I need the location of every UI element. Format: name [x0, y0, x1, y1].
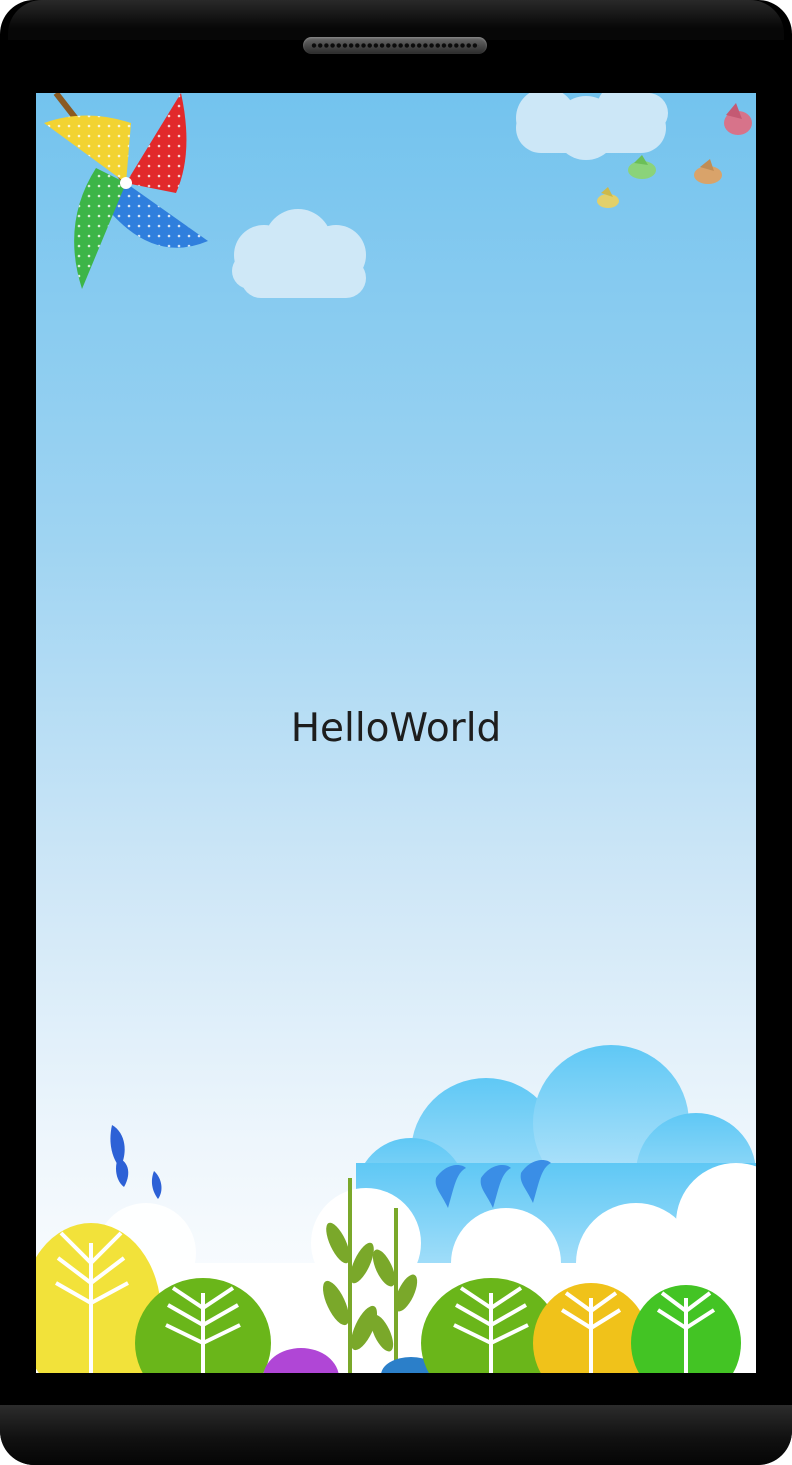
- cloud-icon: [232, 209, 366, 298]
- phone-frame: HelloWorld: [0, 0, 792, 1465]
- hello-world-text: HelloWorld: [290, 706, 502, 751]
- bird-icon: [724, 103, 752, 135]
- cloud-icon: [516, 93, 668, 160]
- earpiece-speaker: [303, 37, 487, 54]
- butterfly-icon: [110, 1125, 162, 1199]
- pinwheel-icon: [44, 93, 208, 289]
- app-screen: HelloWorld: [36, 93, 756, 1373]
- frame-top-sheen: [8, 0, 784, 40]
- bird-icon: [597, 187, 619, 208]
- speaker-grille: [311, 42, 479, 49]
- bird-icon: [694, 159, 722, 184]
- bird-icon: [628, 155, 656, 179]
- phone-chin: [0, 1405, 792, 1465]
